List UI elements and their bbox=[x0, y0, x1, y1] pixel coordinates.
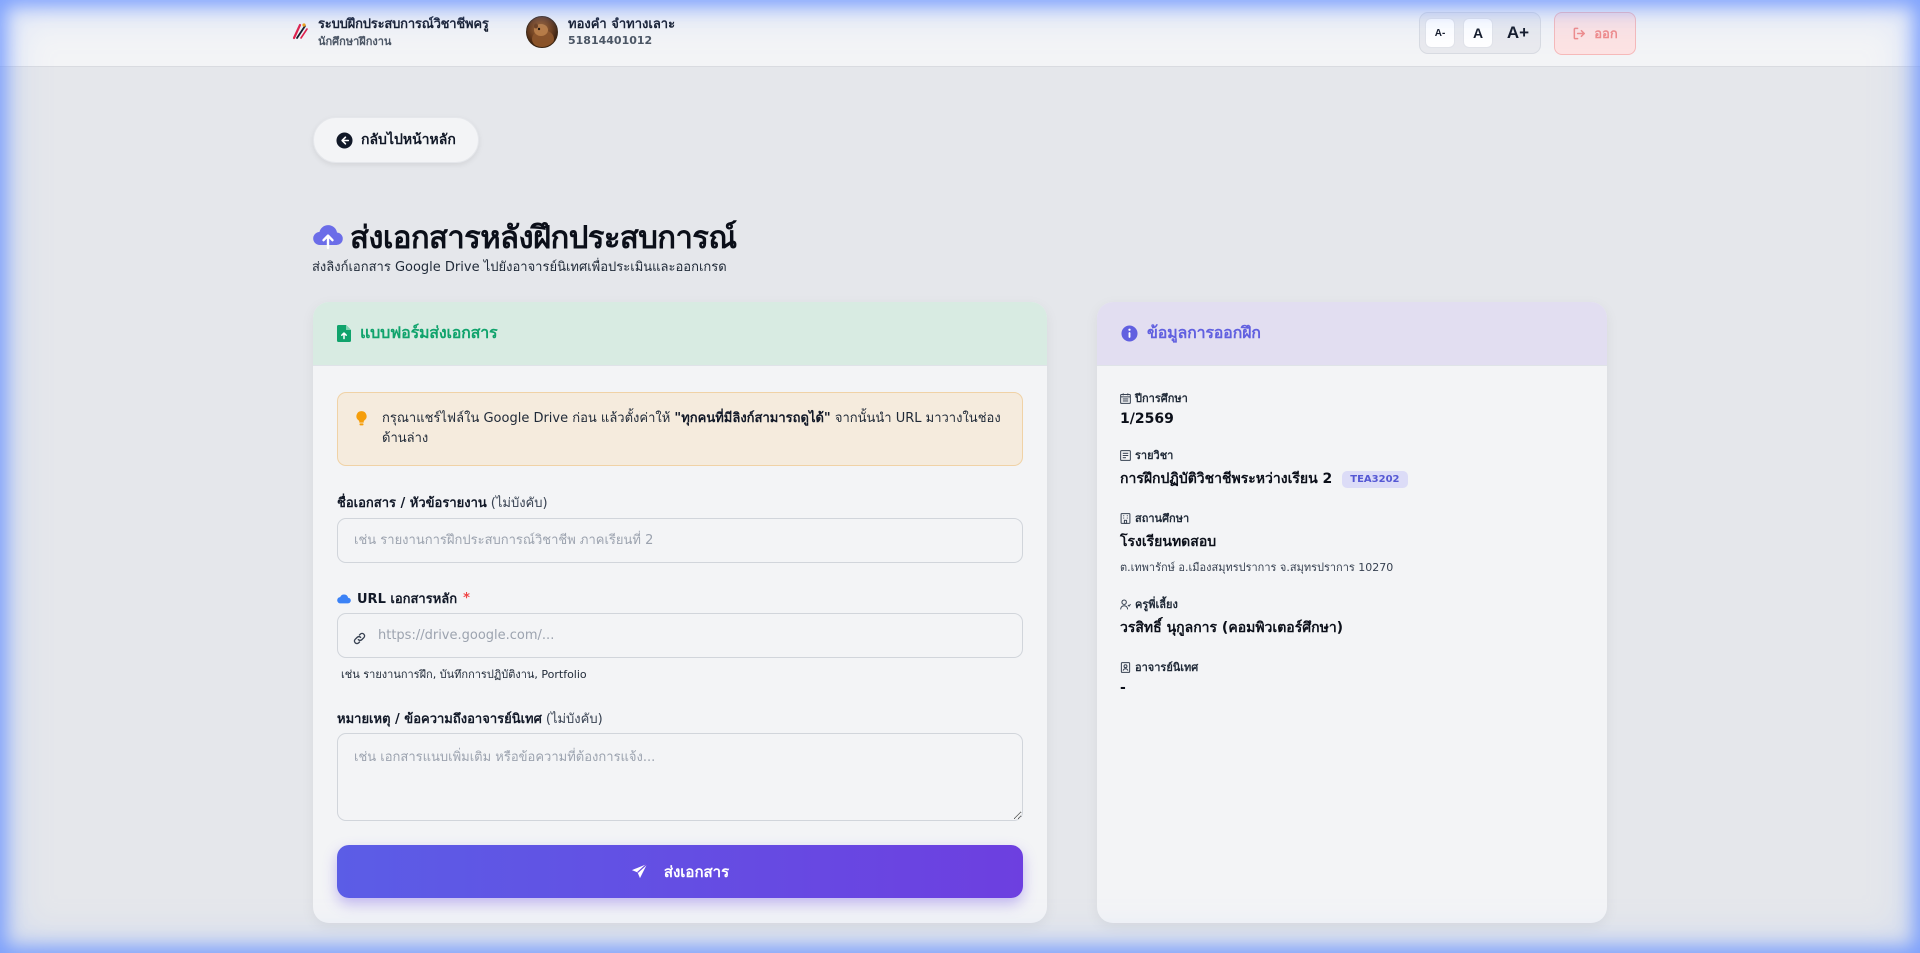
back-to-home-button[interactable]: กลับไปหน้าหลัก bbox=[313, 117, 479, 163]
url-help-text: เช่น รายงานการฝึก, บันทึกการปฏิบัติงาน, … bbox=[341, 668, 587, 681]
alert-text-bold: "ทุกคนที่มีลิงก์สามารถดูได้" bbox=[674, 411, 831, 426]
cloud-upload-icon bbox=[312, 223, 344, 251]
building-icon bbox=[1120, 512, 1131, 524]
course-code-badge: TEA3202 bbox=[1342, 470, 1408, 488]
school-row: สถานศึกษา โรงเรียนทดสอบ ต.เทพารักษ์ อ.เม… bbox=[1120, 510, 1583, 576]
back-label: กลับไปหน้าหลัก bbox=[361, 132, 456, 148]
link-icon bbox=[353, 632, 366, 645]
url-label: URL เอกสารหลัก * bbox=[337, 588, 470, 609]
user-id: 51814401012 bbox=[568, 34, 653, 47]
calendar-icon bbox=[1120, 392, 1131, 404]
url-label-text: URL เอกสารหลัก bbox=[357, 592, 458, 607]
required-mark: * bbox=[463, 591, 470, 606]
course-value: การฝึกปฏิบัติวิชาชีพระหว่างเรียน 2 bbox=[1120, 471, 1333, 487]
user-info: ทองคำ จำทางเลาะ 51814401012 bbox=[526, 16, 675, 48]
logout-button[interactable]: ออก bbox=[1554, 12, 1636, 55]
avatar-image-icon bbox=[532, 23, 554, 47]
info-card-title: ข้อมูลการออกฝึก bbox=[1147, 323, 1261, 342]
logout-icon bbox=[1573, 27, 1586, 40]
info-circle-icon bbox=[1121, 325, 1138, 342]
font-size-controls: A- A A+ bbox=[1419, 12, 1541, 54]
user-tie-icon bbox=[1120, 599, 1131, 610]
academic-year-label: ปีการศึกษา bbox=[1135, 392, 1188, 405]
form-card-header: แบบฟอร์มส่งเอกสาร bbox=[313, 302, 1047, 366]
supervisor-value: - bbox=[1120, 680, 1126, 696]
logout-label: ออก bbox=[1594, 27, 1618, 42]
lightbulb-icon bbox=[356, 411, 367, 433]
submit-document-button[interactable]: ส่งเอกสาร bbox=[337, 845, 1023, 898]
note-optional: (ไม่บังคับ) bbox=[545, 712, 603, 727]
system-name: ระบบฝึกประสบการณ์วิชาชีพครู bbox=[318, 17, 489, 32]
submit-label: ส่งเอกสาร bbox=[663, 862, 730, 881]
course-label: รายวิชา bbox=[1135, 449, 1174, 462]
doc-name-label-text: ชื่อเอกสาร / หัวข้อรายงาน bbox=[337, 496, 487, 511]
page-heading: ส่งเอกสารหลังฝึกประสบการณ์ bbox=[350, 220, 737, 256]
send-icon bbox=[631, 863, 648, 880]
avatar bbox=[526, 16, 558, 48]
note-textarea[interactable] bbox=[337, 733, 1023, 821]
mentor-value: วรสิทธิ์ นุกูลการ (คอมพิวเตอร์ศึกษา) bbox=[1120, 620, 1344, 636]
user-name: ทองคำ จำทางเลาะ bbox=[568, 17, 676, 32]
cloud-icon bbox=[337, 593, 351, 604]
font-smaller-button[interactable]: A- bbox=[1425, 18, 1455, 48]
user-role: นักศึกษาฝึกงาน bbox=[318, 35, 392, 48]
mentor-label: ครูพี่เลี้ยง bbox=[1135, 598, 1178, 611]
book-icon bbox=[1120, 449, 1131, 461]
doc-name-label: ชื่อเอกสาร / หัวข้อรายงาน (ไม่บังคับ) bbox=[337, 492, 548, 513]
drive-share-alert: กรุณาแชร์ไฟล์ใน Google Drive ก่อน แล้วตั… bbox=[337, 392, 1023, 466]
academic-year-value: 1/2569 bbox=[1120, 411, 1174, 427]
chalkboard-icon bbox=[292, 23, 308, 40]
arrow-left-circle-icon bbox=[336, 131, 353, 149]
font-normal-button[interactable]: A bbox=[1463, 18, 1493, 48]
url-input[interactable] bbox=[337, 613, 1023, 658]
top-header: ระบบฝึกประสบการณ์วิชาชีพครู นักศึกษาฝึกง… bbox=[0, 0, 1920, 67]
supervisor-label: อาจารย์นิเทศ bbox=[1135, 661, 1199, 674]
note-label-text: หมายเหตุ / ข้อความถึงอาจารย์นิเทศ bbox=[337, 712, 542, 727]
form-card-title: แบบฟอร์มส่งเอกสาร bbox=[360, 323, 498, 342]
page-title: ส่งเอกสารหลังฝึกประสบการณ์ bbox=[312, 212, 737, 262]
mentor-row: ครูพี่เลี้ยง วรสิทธิ์ นุกูลการ (คอมพิวเต… bbox=[1120, 596, 1583, 639]
file-upload-icon bbox=[337, 325, 351, 342]
alert-text-before: กรุณาแชร์ไฟล์ใน Google Drive ก่อน แล้วตั… bbox=[382, 411, 675, 426]
school-address: ต.เทพารักษ์ อ.เมืองสมุทรปราการ จ.สมุทรปร… bbox=[1120, 561, 1394, 574]
course-row: รายวิชา การฝึกปฏิบัติวิชาชีพระหว่างเรียน… bbox=[1120, 447, 1583, 490]
doc-name-input[interactable] bbox=[337, 518, 1023, 563]
note-label: หมายเหตุ / ข้อความถึงอาจารย์นิเทศ (ไม่บั… bbox=[337, 708, 603, 729]
academic-year-row: ปีการศึกษา 1/2569 bbox=[1120, 390, 1583, 427]
internship-info-card: ข้อมูลการออกฝึก ปีการศึกษา 1/2569 รายวิช… bbox=[1097, 302, 1607, 923]
school-label: สถานศึกษา bbox=[1135, 512, 1190, 525]
school-value: โรงเรียนทดสอบ bbox=[1120, 534, 1217, 550]
info-card-header: ข้อมูลการออกฝึก bbox=[1097, 302, 1607, 366]
doc-name-optional: (ไม่บังคับ) bbox=[490, 496, 548, 511]
page-subtitle: ส่งลิงก์เอกสาร Google Drive ไปยังอาจารย์… bbox=[312, 260, 727, 275]
submission-form-card: แบบฟอร์มส่งเอกสาร กรุณาแชร์ไฟล์ใน Google… bbox=[313, 302, 1047, 923]
font-larger-button[interactable]: A+ bbox=[1501, 18, 1535, 48]
id-badge-icon bbox=[1120, 661, 1131, 673]
supervisor-row: อาจารย์นิเทศ - bbox=[1120, 659, 1583, 696]
brand: ระบบฝึกประสบการณ์วิชาชีพครู นักศึกษาฝึกง… bbox=[292, 16, 489, 50]
